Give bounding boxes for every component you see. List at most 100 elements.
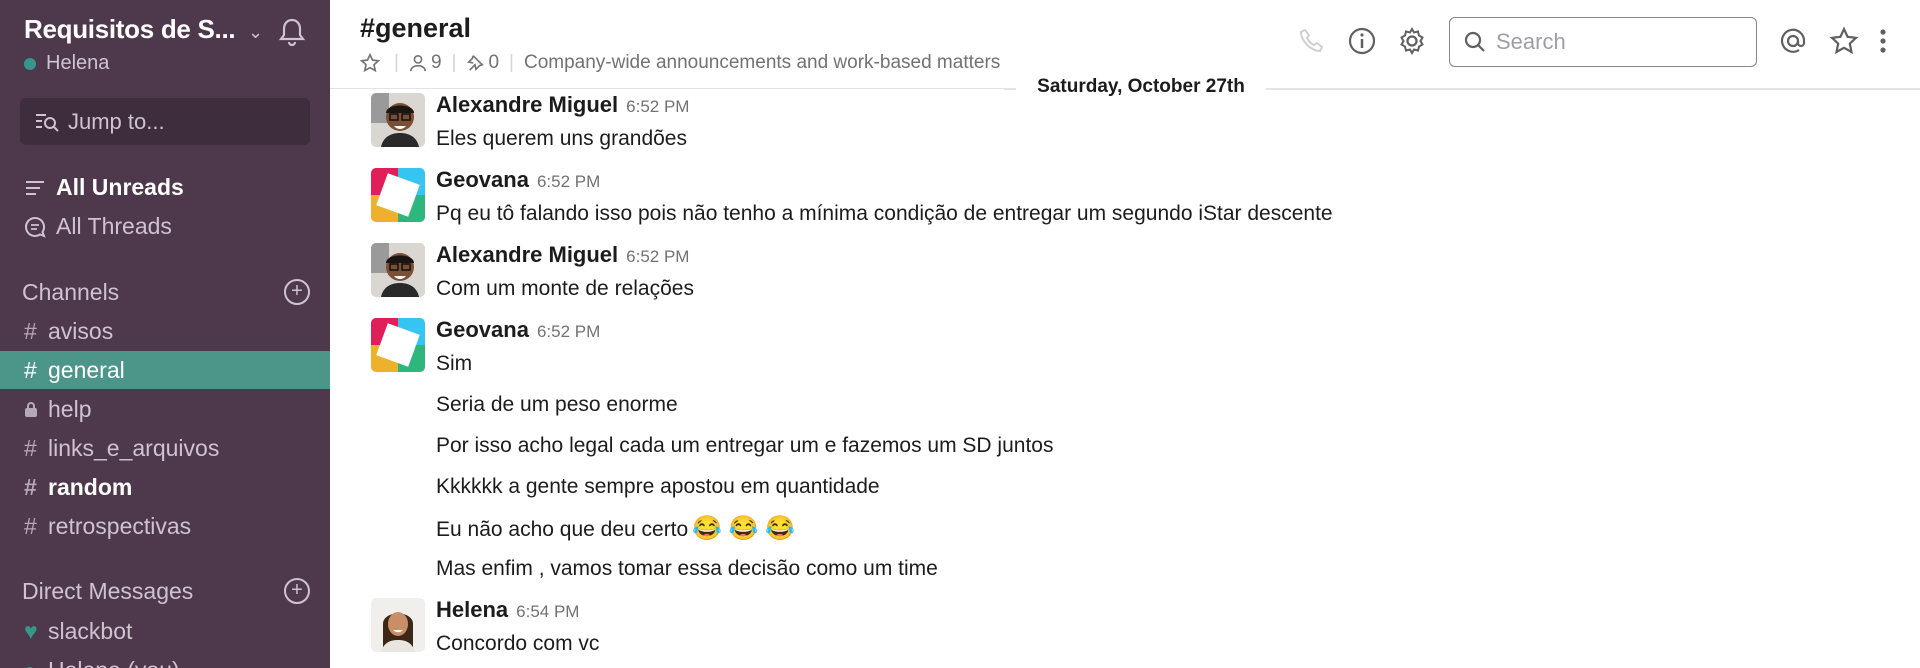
gear-icon[interactable]: [1397, 26, 1427, 56]
hash-icon: #: [24, 512, 37, 539]
date-divider[interactable]: Saturday, October 27th: [1016, 76, 1266, 98]
message-text: Concordo com vc: [436, 632, 600, 655]
avatar[interactable]: [371, 243, 425, 297]
lock-icon: [24, 396, 48, 423]
avatar[interactable]: [371, 93, 425, 147]
member-count-value: 9: [430, 52, 442, 73]
chevron-down-icon[interactable]: ⌄: [248, 22, 263, 43]
dm-slackbot[interactable]: ♥ slackbot: [0, 612, 330, 650]
search-placeholder: Search: [1496, 29, 1566, 54]
channel-label: general: [48, 356, 125, 383]
channel-help[interactable]: help: [0, 390, 330, 428]
slack-logo-avatar: [371, 318, 425, 372]
message-author[interactable]: Geovana 6:52 PM: [436, 167, 600, 193]
member-count[interactable]: 9: [409, 52, 442, 74]
message-text: Por isso acho legal cada um entregar um …: [436, 434, 1054, 457]
user-photo: [371, 598, 425, 652]
threads-icon: [22, 216, 48, 238]
message-text: Com um monte de relações: [436, 277, 694, 300]
all-unreads-link[interactable]: All Unreads: [22, 174, 184, 201]
divider-line: [1004, 89, 1016, 90]
channel-general[interactable]: # general: [0, 351, 330, 389]
jump-to-button[interactable]: Jump to...: [20, 98, 310, 145]
channel-label: links_e_arquivos: [48, 434, 220, 461]
heart-icon: ♥: [24, 617, 38, 644]
message-text: Pq eu tô falando isso pois não tenho a m…: [436, 202, 1333, 225]
dm-label: slackbot: [48, 617, 133, 644]
laughing-emoji[interactable]: 😂 😂 😂: [692, 514, 795, 543]
channel-label: avisos: [48, 317, 114, 344]
add-dm-icon[interactable]: +: [284, 578, 310, 604]
team-menu[interactable]: Requisitos de S... ⌄: [24, 14, 314, 48]
author-name[interactable]: Alexandre Miguel: [436, 92, 618, 117]
message-time[interactable]: 6:52 PM: [626, 97, 689, 116]
dm-helena[interactable]: Helena (you): [0, 651, 330, 668]
dm-label: Helena (you): [48, 657, 180, 668]
message-time[interactable]: 6:52 PM: [626, 247, 689, 266]
hash-icon: #: [24, 317, 37, 344]
starred-items-icon[interactable]: [1829, 26, 1859, 56]
channel-topic[interactable]: Company-wide announcements and work-base…: [524, 52, 1000, 74]
info-icon[interactable]: [1347, 26, 1377, 56]
team-name[interactable]: Requisitos de S...: [24, 14, 314, 45]
presence-dot: [24, 657, 48, 668]
jump-to-icon: [36, 113, 59, 132]
current-user-name: Helena: [46, 52, 110, 74]
phone-icon[interactable]: [1297, 26, 1327, 56]
pin-icon: [467, 55, 485, 71]
channel-meta: | 9 | 0 | Company-wide announcements and…: [360, 52, 1000, 74]
hash-icon: #: [24, 434, 37, 461]
sidebar: Requisitos de S... ⌄ Helena Jump to... A…: [0, 0, 330, 668]
slack-logo-avatar: [371, 168, 425, 222]
message-author[interactable]: Alexandre Miguel 6:52 PM: [436, 242, 689, 268]
all-threads-label: All Threads: [56, 213, 172, 239]
hash-icon: #: [24, 356, 37, 383]
message-text: Eu não acho que deu certo 😂 😂 😂: [436, 514, 795, 543]
channel-title[interactable]: #general: [360, 13, 471, 44]
all-threads-link[interactable]: All Threads: [22, 213, 172, 240]
presence-dot: [24, 57, 36, 70]
search-input[interactable]: Search: [1449, 17, 1757, 67]
jump-to-label: Jump to...: [68, 108, 165, 134]
dm-section-title[interactable]: Direct Messages: [22, 578, 193, 605]
pin-count[interactable]: 0: [466, 52, 499, 74]
message-text: Eles querem uns grandões: [436, 127, 687, 150]
channel-links-e-arquivos[interactable]: # links_e_arquivos: [0, 429, 330, 467]
more-options-icon[interactable]: [1875, 26, 1891, 56]
user-photo: [371, 93, 425, 147]
search-icon: [1464, 31, 1485, 52]
author-name[interactable]: Alexandre Miguel: [436, 242, 618, 267]
add-channel-icon[interactable]: +: [284, 279, 310, 305]
user-photo: [371, 243, 425, 297]
author-name[interactable]: Geovana: [436, 167, 529, 192]
avatar[interactable]: [371, 598, 425, 652]
channel-label: help: [48, 395, 92, 422]
channel-retrospectivas[interactable]: # retrospectivas: [0, 507, 330, 545]
channels-section-title[interactable]: Channels: [22, 279, 119, 306]
message-time[interactable]: 6:52 PM: [537, 322, 600, 341]
hash-icon: #: [24, 473, 37, 500]
pin-count-value: 0: [488, 52, 500, 73]
channel-avisos[interactable]: # avisos: [0, 312, 330, 350]
channel-label: random: [48, 473, 133, 500]
message-time[interactable]: 6:52 PM: [537, 172, 600, 191]
bell-icon[interactable]: [276, 16, 308, 48]
author-name[interactable]: Geovana: [436, 317, 529, 342]
current-user[interactable]: Helena: [24, 52, 109, 75]
message-text: Sim: [436, 352, 473, 375]
channel-random[interactable]: # random: [0, 468, 330, 506]
author-name[interactable]: Helena: [436, 597, 508, 622]
message-line: Eu não acho que deu certo: [436, 518, 689, 541]
divider-line: [1266, 89, 1920, 90]
message-time[interactable]: 6:54 PM: [516, 602, 579, 621]
message-author[interactable]: Alexandre Miguel 6:52 PM: [436, 92, 689, 118]
all-unreads-label: All Unreads: [56, 174, 184, 200]
avatar[interactable]: [371, 168, 425, 222]
star-icon[interactable]: [360, 53, 384, 73]
mentions-icon[interactable]: [1778, 26, 1808, 56]
avatar[interactable]: [371, 318, 425, 372]
message-author[interactable]: Helena 6:54 PM: [436, 597, 579, 623]
message-text: Seria de um peso enorme: [436, 393, 678, 416]
message-text: Mas enfim , vamos tomar essa decisão com…: [436, 557, 938, 580]
message-author[interactable]: Geovana 6:52 PM: [436, 317, 600, 343]
